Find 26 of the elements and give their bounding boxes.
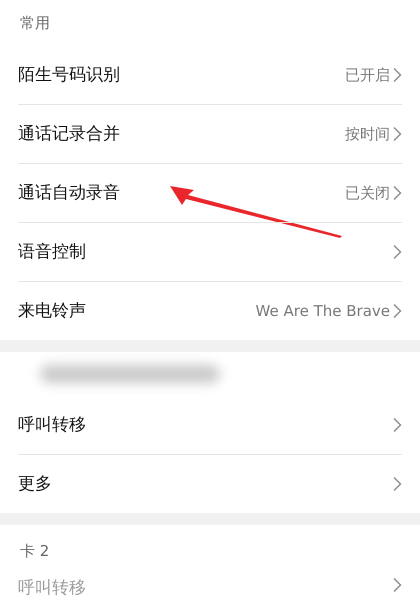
section-header: 常用 [20, 14, 50, 32]
row-label: 呼叫转移 [18, 414, 87, 436]
row-label: 语音控制 [18, 241, 87, 263]
row-value: 已关闭 [345, 184, 390, 202]
row-value: We Are The Brave [256, 302, 390, 320]
chevron-icon [392, 303, 402, 319]
row-label: 来电铃声 [18, 300, 87, 322]
chevron-icon [392, 577, 402, 593]
row-label: 通话自动录音 [18, 182, 121, 204]
row-label: 陌生号码识别 [18, 64, 121, 86]
settings-row[interactable]: 陌生号码识别 已开启 [18, 46, 402, 104]
row-value: 按时间 [345, 124, 390, 144]
settings-row[interactable]: 通话记录合并 按时间 [18, 104, 402, 163]
settings-row[interactable]: 语音控制 [18, 222, 402, 281]
chevron-icon [392, 244, 402, 260]
chevron-icon [392, 126, 402, 142]
row-label: 更多 [18, 473, 53, 495]
chevron-icon [392, 185, 402, 201]
chevron-icon [392, 476, 402, 492]
section-header: 卡 2 [20, 542, 50, 560]
row-label: 通话记录合并 [18, 123, 121, 145]
chevron-icon [392, 67, 402, 83]
settings-row[interactable]: 呼叫转移 [18, 396, 402, 454]
chevron-icon [392, 417, 402, 433]
row-label: 呼叫转移 [18, 577, 87, 599]
row-value: 已开启 [345, 66, 390, 84]
